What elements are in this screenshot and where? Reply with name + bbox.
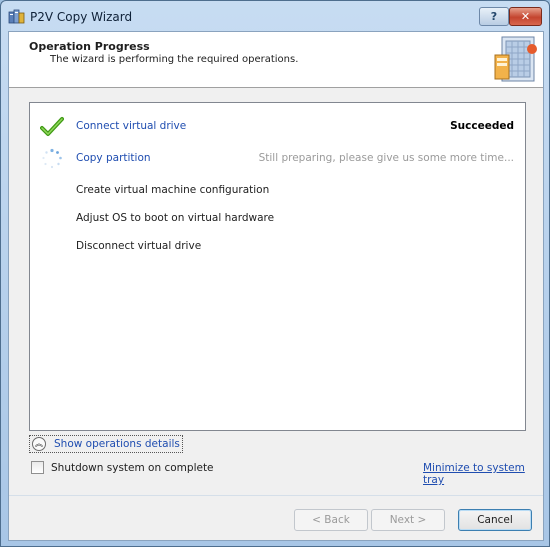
minimize-to-tray-link[interactable]: Minimize to system tray (423, 462, 543, 486)
operation-label: Disconnect virtual drive (76, 240, 202, 252)
server-graphic-icon (494, 36, 537, 82)
close-button[interactable]: ✕ (509, 7, 542, 26)
operation-label: Connect virtual drive (76, 120, 187, 132)
show-details-toggle[interactable]: ︽ Show operations details (29, 435, 183, 453)
operation-label: Create virtual machine configuration (76, 184, 270, 196)
cancel-button[interactable]: Cancel (458, 509, 532, 531)
spinner-icon (42, 148, 62, 169)
operation-row: Create virtual machine configuration (30, 180, 525, 202)
shutdown-checkbox[interactable] (31, 461, 44, 474)
shutdown-option[interactable]: Shutdown system on complete (31, 461, 214, 474)
operation-label: Copy partition (76, 152, 151, 164)
back-button[interactable]: < Back (294, 509, 368, 531)
operation-row: Adjust OS to boot on virtual hardware (30, 208, 525, 230)
chevron-double-up-icon: ︽ (32, 437, 46, 451)
operation-status: Succeeded (450, 120, 514, 132)
operation-row: Copy partition Still preparing, please g… (30, 148, 525, 170)
operation-status: Still preparing, please give us some mor… (258, 152, 514, 164)
wizard-client-area: Operation Progress The wizard is perform… (8, 31, 544, 541)
operations-panel: Connect virtual drive Succeeded Copy par… (29, 102, 526, 431)
wizard-window: P2V Copy Wizard ? ✕ Operation Progress T… (0, 0, 550, 547)
shutdown-checkbox-label: Shutdown system on complete (51, 461, 214, 474)
operation-row: Connect virtual drive Succeeded (30, 116, 525, 138)
window-title: P2V Copy Wizard (30, 10, 133, 24)
page-title: Operation Progress (29, 40, 150, 53)
title-bar[interactable]: P2V Copy Wizard ? ✕ (1, 1, 549, 31)
show-details-label: Show operations details (54, 438, 180, 450)
checkmark-icon (40, 117, 64, 136)
footer-divider (9, 495, 543, 496)
help-button[interactable]: ? (479, 7, 509, 26)
wizard-header: Operation Progress The wizard is perform… (9, 32, 543, 88)
page-subtitle: The wizard is performing the required op… (50, 54, 299, 65)
app-icon (8, 9, 25, 24)
operation-label: Adjust OS to boot on virtual hardware (76, 212, 275, 224)
operation-row: Disconnect virtual drive (30, 236, 525, 258)
next-button[interactable]: Next > (371, 509, 445, 531)
